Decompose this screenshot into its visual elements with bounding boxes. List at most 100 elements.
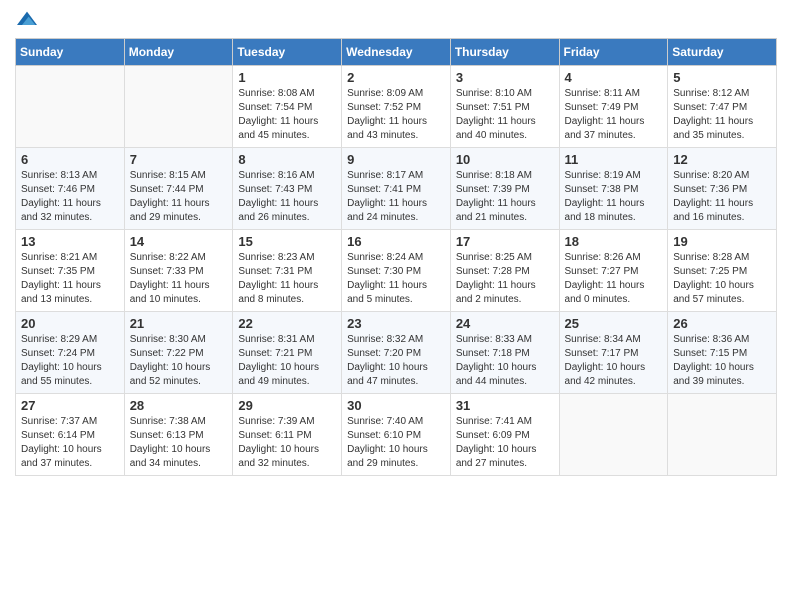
day-number: 6 [21, 152, 119, 167]
day-info: Sunrise: 8:08 AM Sunset: 7:54 PM Dayligh… [238, 87, 336, 143]
day-number: 14 [130, 234, 228, 249]
logo-text [15, 10, 37, 30]
day-info: Sunrise: 8:16 AM Sunset: 7:43 PM Dayligh… [238, 169, 336, 225]
day-cell: 7 Sunrise: 8:15 AM Sunset: 7:44 PM Daylig… [124, 148, 233, 230]
day-number: 23 [347, 316, 445, 331]
day-cell: 9 Sunrise: 8:17 AM Sunset: 7:41 PM Daylig… [342, 148, 451, 230]
day-info: Sunrise: 7:41 AM Sunset: 6:09 PM Dayligh… [456, 415, 554, 471]
day-number: 22 [238, 316, 336, 331]
day-info: Sunrise: 8:32 AM Sunset: 7:20 PM Dayligh… [347, 333, 445, 389]
day-number: 21 [130, 316, 228, 331]
week-row-4: 20 Sunrise: 8:29 AM Sunset: 7:24 PM Dayli… [16, 312, 777, 394]
day-number: 13 [21, 234, 119, 249]
day-number: 9 [347, 152, 445, 167]
day-number: 1 [238, 70, 336, 85]
day-info: Sunrise: 8:29 AM Sunset: 7:24 PM Dayligh… [21, 333, 119, 389]
day-info: Sunrise: 8:09 AM Sunset: 7:52 PM Dayligh… [347, 87, 445, 143]
day-info: Sunrise: 8:31 AM Sunset: 7:21 PM Dayligh… [238, 333, 336, 389]
day-info: Sunrise: 8:24 AM Sunset: 7:30 PM Dayligh… [347, 251, 445, 307]
day-number: 7 [130, 152, 228, 167]
day-number: 19 [673, 234, 771, 249]
col-header-friday: Friday [559, 39, 668, 66]
day-info: Sunrise: 8:17 AM Sunset: 7:41 PM Dayligh… [347, 169, 445, 225]
day-cell: 15Sunrise: 8:23 AM Sunset: 7:31 PM Dayli… [233, 230, 342, 312]
day-info: Sunrise: 8:20 AM Sunset: 7:36 PM Dayligh… [673, 169, 771, 225]
day-number: 2 [347, 70, 445, 85]
day-cell: 24 Sunrise: 8:33 AM Sunset: 7:18 PM Dayli… [450, 312, 559, 394]
day-cell: 18Sunrise: 8:26 AM Sunset: 7:27 PM Dayli… [559, 230, 668, 312]
day-info: Sunrise: 8:15 AM Sunset: 7:44 PM Dayligh… [130, 169, 228, 225]
day-cell: 12 Sunrise: 8:20 AM Sunset: 7:36 PM Dayli… [668, 148, 777, 230]
day-cell: 22 Sunrise: 8:31 AM Sunset: 7:21 PM Dayli… [233, 312, 342, 394]
day-cell: 25 Sunrise: 8:34 AM Sunset: 7:17 PM Dayli… [559, 312, 668, 394]
day-cell: 26 Sunrise: 8:36 AM Sunset: 7:15 PM Dayli… [668, 312, 777, 394]
day-cell: 11 Sunrise: 8:19 AM Sunset: 7:38 PM Dayli… [559, 148, 668, 230]
day-info: Sunrise: 7:39 AM Sunset: 6:11 PM Dayligh… [238, 415, 336, 471]
day-info: Sunrise: 8:34 AM Sunset: 7:17 PM Dayligh… [565, 333, 663, 389]
day-info: Sunrise: 8:30 AM Sunset: 7:22 PM Dayligh… [130, 333, 228, 389]
day-number: 5 [673, 70, 771, 85]
day-cell: 27Sunrise: 7:37 AM Sunset: 6:14 PM Dayli… [16, 394, 125, 476]
day-info: Sunrise: 8:13 AM Sunset: 7:46 PM Dayligh… [21, 169, 119, 225]
day-number: 25 [565, 316, 663, 331]
day-info: Sunrise: 7:40 AM Sunset: 6:10 PM Dayligh… [347, 415, 445, 471]
day-cell [559, 394, 668, 476]
page-container: SundayMondayTuesdayWednesdayThursdayFrid… [0, 0, 792, 486]
day-info: Sunrise: 8:36 AM Sunset: 7:15 PM Dayligh… [673, 333, 771, 389]
day-info: Sunrise: 8:11 AM Sunset: 7:49 PM Dayligh… [565, 87, 663, 143]
day-cell: 23 Sunrise: 8:32 AM Sunset: 7:20 PM Dayli… [342, 312, 451, 394]
day-info: Sunrise: 8:23 AM Sunset: 7:31 PM Dayligh… [238, 251, 336, 307]
day-cell: 10Sunrise: 8:18 AM Sunset: 7:39 PM Dayli… [450, 148, 559, 230]
col-header-wednesday: Wednesday [342, 39, 451, 66]
day-cell [16, 66, 125, 148]
day-cell: 21 Sunrise: 8:30 AM Sunset: 7:22 PM Dayli… [124, 312, 233, 394]
day-number: 11 [565, 152, 663, 167]
day-cell: 2 Sunrise: 8:09 AM Sunset: 7:52 PM Daylig… [342, 66, 451, 148]
day-cell [668, 394, 777, 476]
day-number: 17 [456, 234, 554, 249]
col-header-thursday: Thursday [450, 39, 559, 66]
day-number: 16 [347, 234, 445, 249]
day-info: Sunrise: 8:19 AM Sunset: 7:38 PM Dayligh… [565, 169, 663, 225]
day-cell: 3 Sunrise: 8:10 AM Sunset: 7:51 PM Daylig… [450, 66, 559, 148]
day-info: Sunrise: 8:10 AM Sunset: 7:51 PM Dayligh… [456, 87, 554, 143]
day-cell: 5 Sunrise: 8:12 AM Sunset: 7:47 PM Daylig… [668, 66, 777, 148]
logo-icon [17, 10, 37, 30]
week-row-5: 27Sunrise: 7:37 AM Sunset: 6:14 PM Dayli… [16, 394, 777, 476]
day-info: Sunrise: 8:22 AM Sunset: 7:33 PM Dayligh… [130, 251, 228, 307]
day-cell: 6 Sunrise: 8:13 AM Sunset: 7:46 PM Daylig… [16, 148, 125, 230]
day-number: 4 [565, 70, 663, 85]
week-row-1: 1 Sunrise: 8:08 AM Sunset: 7:54 PM Daylig… [16, 66, 777, 148]
day-cell: 29 Sunrise: 7:39 AM Sunset: 6:11 PM Dayli… [233, 394, 342, 476]
col-header-tuesday: Tuesday [233, 39, 342, 66]
day-info: Sunrise: 8:28 AM Sunset: 7:25 PM Dayligh… [673, 251, 771, 307]
day-number: 20 [21, 316, 119, 331]
col-header-sunday: Sunday [16, 39, 125, 66]
day-number: 12 [673, 152, 771, 167]
day-cell: 30Sunrise: 7:40 AM Sunset: 6:10 PM Dayli… [342, 394, 451, 476]
day-number: 31 [456, 398, 554, 413]
day-cell [124, 66, 233, 148]
day-info: Sunrise: 8:33 AM Sunset: 7:18 PM Dayligh… [456, 333, 554, 389]
day-cell: 13Sunrise: 8:21 AM Sunset: 7:35 PM Dayli… [16, 230, 125, 312]
day-cell: 14 Sunrise: 8:22 AM Sunset: 7:33 PM Dayli… [124, 230, 233, 312]
day-cell: 20 Sunrise: 8:29 AM Sunset: 7:24 PM Dayli… [16, 312, 125, 394]
day-info: Sunrise: 8:12 AM Sunset: 7:47 PM Dayligh… [673, 87, 771, 143]
day-number: 3 [456, 70, 554, 85]
page-header [15, 10, 777, 30]
day-cell: 16 Sunrise: 8:24 AM Sunset: 7:30 PM Dayli… [342, 230, 451, 312]
day-info: Sunrise: 8:25 AM Sunset: 7:28 PM Dayligh… [456, 251, 554, 307]
day-number: 27 [21, 398, 119, 413]
day-number: 26 [673, 316, 771, 331]
day-number: 18 [565, 234, 663, 249]
day-cell: 28Sunrise: 7:38 AM Sunset: 6:13 PM Dayli… [124, 394, 233, 476]
day-cell: 8Sunrise: 8:16 AM Sunset: 7:43 PM Daylig… [233, 148, 342, 230]
day-cell: 17 Sunrise: 8:25 AM Sunset: 7:28 PM Dayli… [450, 230, 559, 312]
day-number: 24 [456, 316, 554, 331]
col-header-saturday: Saturday [668, 39, 777, 66]
week-row-2: 6 Sunrise: 8:13 AM Sunset: 7:46 PM Daylig… [16, 148, 777, 230]
day-number: 29 [238, 398, 336, 413]
day-cell: 31 Sunrise: 7:41 AM Sunset: 6:09 PM Dayli… [450, 394, 559, 476]
day-number: 10 [456, 152, 554, 167]
day-cell: 4 Sunrise: 8:11 AM Sunset: 7:49 PM Daylig… [559, 66, 668, 148]
